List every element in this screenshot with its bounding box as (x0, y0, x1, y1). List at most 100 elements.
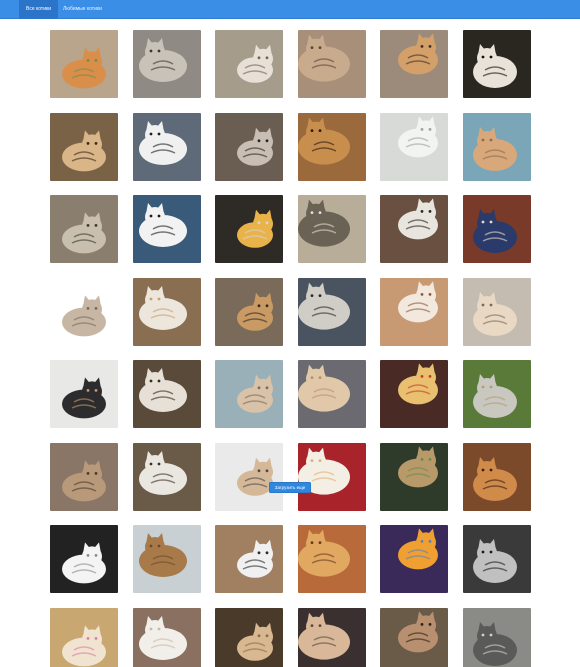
cat-photo-tile[interactable] (132, 360, 201, 428)
cat-photo-icon (50, 277, 118, 346)
cat-photo-icon (297, 442, 366, 511)
cat-photo-icon (462, 112, 531, 181)
cat-photo-tile[interactable] (297, 195, 366, 263)
cat-photo-tile[interactable] (462, 525, 531, 593)
cat-photo-tile[interactable] (215, 360, 283, 428)
cat-photo-icon (50, 442, 118, 511)
cat-photo-icon (132, 607, 201, 667)
cat-photo-tile[interactable] (50, 277, 118, 346)
cat-photo-icon (462, 525, 531, 593)
cat-photo-icon (215, 607, 283, 667)
cat-photo-icon (132, 525, 201, 593)
cat-photo-tile[interactable] (50, 442, 118, 511)
cat-photo-icon (215, 112, 283, 181)
cat-photo-tile[interactable] (215, 607, 283, 667)
cat-photo-icon (215, 277, 283, 346)
cat-photo-icon (50, 360, 118, 428)
cat-photo-icon (132, 112, 201, 181)
tab-all-cats[interactable]: Все котики (19, 0, 58, 19)
cat-photo-tile[interactable] (50, 112, 118, 181)
cat-photo-tile[interactable] (50, 360, 118, 428)
cat-photo-tile[interactable] (297, 30, 366, 98)
cat-photo-icon (380, 195, 448, 263)
cat-photo-icon (215, 442, 283, 511)
cat-photo-tile[interactable] (297, 360, 366, 428)
cat-photo-icon (215, 525, 283, 593)
cat-photo-tile[interactable] (132, 30, 201, 98)
cat-photo-tile[interactable] (215, 112, 283, 181)
load-more-button[interactable]: Загрузить еще (269, 482, 311, 493)
cat-photo-icon (462, 195, 531, 263)
cat-photo-tile[interactable] (132, 277, 201, 346)
cat-photo-tile[interactable] (462, 195, 531, 263)
cat-photo-icon (380, 30, 448, 98)
cat-gallery (50, 30, 531, 667)
cat-photo-icon (297, 525, 366, 593)
cat-photo-tile[interactable] (50, 607, 118, 667)
cat-photo-tile[interactable] (462, 30, 531, 98)
cat-photo-icon (380, 442, 448, 511)
top-navbar: Все котики Любимые котики (0, 0, 580, 19)
cat-photo-tile[interactable] (462, 277, 531, 346)
cat-photo-icon (50, 112, 118, 181)
cat-photo-icon (297, 360, 366, 428)
cat-photo-icon (132, 442, 201, 511)
cat-photo-tile[interactable] (380, 442, 448, 511)
cat-photo-tile[interactable] (380, 607, 448, 667)
cat-photo-icon (132, 360, 201, 428)
cat-photo-icon (215, 195, 283, 263)
cat-photo-icon (132, 30, 201, 98)
cat-photo-tile[interactable] (462, 607, 531, 667)
cat-photo-tile[interactable] (50, 195, 118, 263)
cat-photo-tile[interactable] (380, 277, 448, 346)
cat-photo-tile[interactable] (380, 30, 448, 98)
cat-photo-icon (462, 442, 531, 511)
cat-photo-icon (215, 30, 283, 98)
cat-photo-icon (297, 112, 366, 181)
cat-photo-icon (462, 360, 531, 428)
cat-photo-icon (297, 607, 366, 667)
cat-photo-tile[interactable] (50, 30, 118, 98)
cat-photo-tile[interactable] (215, 525, 283, 593)
cat-photo-icon (462, 277, 531, 346)
cat-photo-icon (380, 360, 448, 428)
cat-photo-tile[interactable] (132, 525, 201, 593)
cat-photo-icon (132, 277, 201, 346)
cat-photo-tile[interactable] (132, 442, 201, 511)
cat-photo-tile[interactable] (462, 442, 531, 511)
cat-photo-tile[interactable] (215, 30, 283, 98)
cat-photo-tile[interactable] (380, 525, 448, 593)
cat-photo-tile[interactable] (462, 360, 531, 428)
cat-photo-tile[interactable] (380, 195, 448, 263)
cat-photo-tile[interactable] (380, 112, 448, 181)
cat-photo-tile[interactable] (297, 112, 366, 181)
cat-photo-icon (50, 195, 118, 263)
cat-photo-icon (380, 525, 448, 593)
cat-photo-icon (50, 30, 118, 98)
cat-photo-tile[interactable] (297, 277, 366, 346)
cat-photo-tile[interactable] (50, 525, 118, 593)
cat-photo-icon (297, 195, 366, 263)
cat-photo-icon (50, 525, 118, 593)
cat-photo-tile[interactable] (132, 607, 201, 667)
cat-photo-icon (297, 30, 366, 98)
cat-photo-tile[interactable] (297, 442, 366, 511)
cat-photo-icon (462, 607, 531, 667)
cat-photo-icon (297, 277, 366, 346)
cat-photo-icon (215, 360, 283, 428)
cat-photo-tile[interactable] (215, 442, 283, 511)
cat-photo-icon (462, 30, 531, 98)
cat-photo-icon (380, 607, 448, 667)
cat-photo-icon (50, 607, 118, 667)
cat-photo-tile[interactable] (215, 195, 283, 263)
cat-photo-tile[interactable] (132, 195, 201, 263)
cat-photo-icon (380, 277, 448, 346)
cat-photo-tile[interactable] (462, 112, 531, 181)
cat-photo-tile[interactable] (215, 277, 283, 346)
cat-photo-tile[interactable] (380, 360, 448, 428)
tab-favorite-cats[interactable]: Любимые котики (56, 0, 109, 19)
cat-photo-tile[interactable] (132, 112, 201, 181)
cat-photo-icon (132, 195, 201, 263)
cat-photo-tile[interactable] (297, 525, 366, 593)
cat-photo-tile[interactable] (297, 607, 366, 667)
